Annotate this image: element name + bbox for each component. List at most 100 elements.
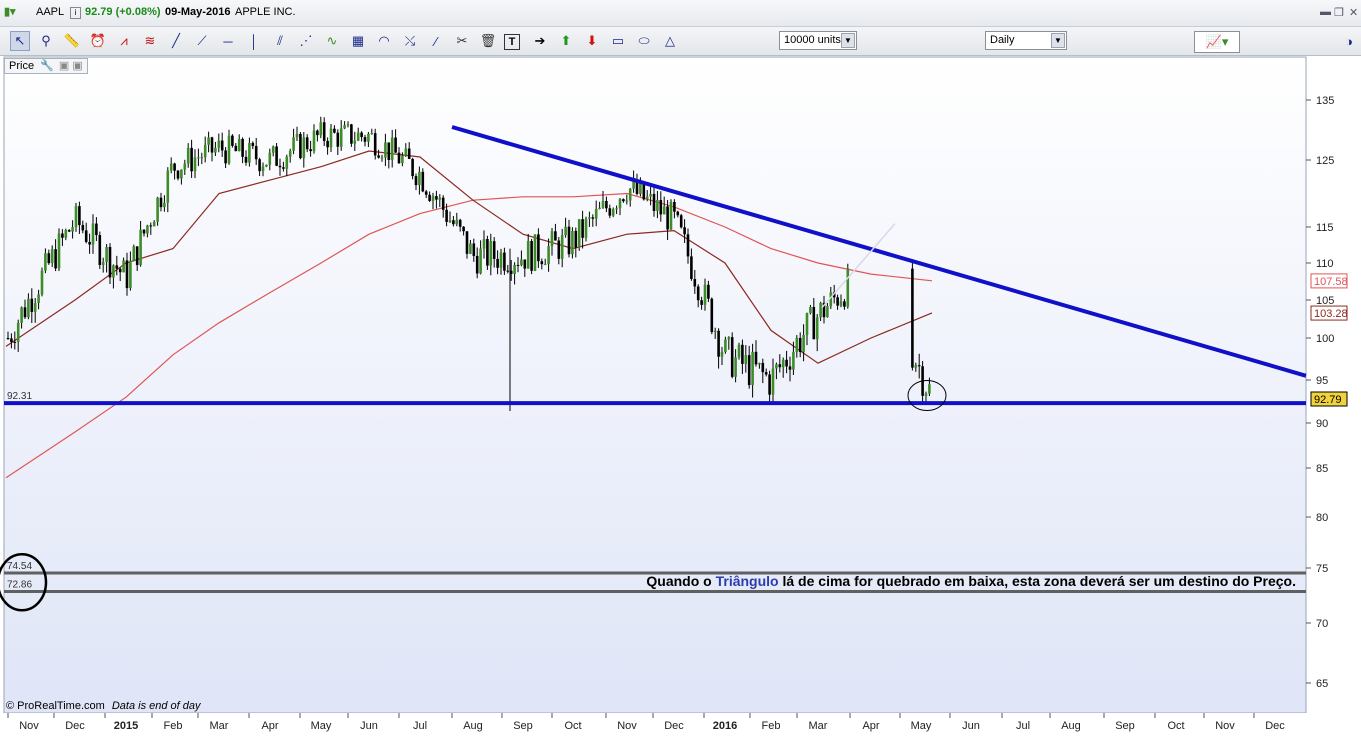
arrow-down-icon[interactable]: ⬇: [582, 31, 602, 51]
company-name: APPLE INC.: [235, 6, 296, 18]
tools-icon[interactable]: ✂: [452, 31, 472, 51]
ellipse-icon[interactable]: ⬭: [634, 31, 654, 51]
candle-body: [149, 225, 153, 227]
x-tick-label: Oct: [564, 720, 581, 732]
candle: [846, 263, 850, 309]
candle-body: [792, 352, 795, 370]
candle-body: [6, 338, 10, 339]
channel-icon[interactable]: ⫽: [270, 31, 290, 51]
candle-body: [744, 355, 748, 364]
expand-icon[interactable]: ▣: [72, 60, 82, 72]
candle-body: [316, 130, 319, 136]
gann-icon[interactable]: ▦: [348, 31, 368, 51]
candle-body: [44, 253, 47, 271]
candle-body: [696, 286, 700, 301]
ruler-icon[interactable]: 📏: [62, 31, 82, 51]
candle-body: [84, 230, 88, 242]
restore-icon[interactable]: ❐: [1334, 6, 1344, 19]
x-tick-label: Jun: [962, 720, 980, 732]
price-chart[interactable]: 65 70 75 80 85 90 95 100 105 110 115 125 135 Nov Dec 20…: [0, 56, 1361, 736]
candle-body: [574, 230, 578, 248]
candle-body: [815, 317, 819, 340]
x-tick-label: Apr: [261, 720, 278, 732]
pointer-icon[interactable]: ↖: [10, 31, 30, 51]
candle-body: [404, 148, 408, 156]
arc-icon[interactable]: ◠: [374, 31, 394, 51]
collapse-icon[interactable]: ▣: [59, 60, 69, 72]
candle-body: [652, 193, 656, 211]
candle-body: [302, 137, 306, 159]
candle-body: [61, 233, 64, 238]
candle-body: [78, 206, 81, 226]
candle-body: [163, 202, 166, 208]
ray-icon[interactable]: ⟋: [192, 31, 212, 51]
y-tick-label: 105: [1316, 295, 1334, 307]
candle-body: [231, 135, 234, 146]
candle-body: [431, 196, 435, 201]
candle-body: [261, 166, 265, 172]
arrow-right-icon[interactable]: ➔: [530, 31, 550, 51]
hline-label: 92.31: [7, 391, 32, 402]
chart-style-icon[interactable]: 📈▾: [1194, 31, 1240, 53]
candle-body: [384, 142, 387, 158]
candle-body: [788, 366, 792, 370]
vertical-line-icon[interactable]: │: [244, 31, 264, 51]
text-icon[interactable]: T: [504, 34, 520, 50]
candle-body: [567, 226, 571, 255]
units-select[interactable]: 10000 units ▼: [779, 31, 857, 50]
chevron-down-icon: ▼: [1051, 33, 1065, 48]
horizontal-line-icon[interactable]: ─: [218, 31, 238, 51]
pitchfork-icon[interactable]: ⤯: [400, 31, 420, 51]
candle-body: [367, 133, 370, 142]
candle-body: [401, 155, 404, 164]
triangle-icon[interactable]: △: [660, 31, 680, 51]
candle-body: [560, 235, 564, 259]
candle-body: [360, 132, 363, 138]
candle-body: [503, 252, 506, 271]
candle-body: [319, 122, 323, 136]
candle-body: [373, 133, 377, 156]
fan-icon[interactable]: ⋰: [296, 31, 316, 51]
candle-body: [700, 300, 703, 305]
candle-body: [598, 207, 601, 209]
candle-body: [241, 138, 244, 157]
scroll-right-icon[interactable]: ◑: [1340, 31, 1358, 51]
parallel-icon[interactable]: ⁄: [426, 31, 446, 51]
candle: [669, 199, 673, 231]
candle: [737, 342, 741, 360]
info-icon[interactable]: i: [70, 7, 81, 19]
data-note: Data is end of day: [111, 700, 201, 712]
candle: [533, 234, 537, 272]
candlestick-icon[interactable]: ▮▾: [4, 5, 16, 18]
candle-body: [924, 393, 928, 396]
candle-body: [146, 225, 149, 234]
candle-body: [183, 163, 187, 170]
alarm-icon[interactable]: ⏰: [88, 31, 108, 51]
annotation-prefix: Quando o: [646, 573, 715, 589]
arrow-up-icon[interactable]: ⬆: [556, 31, 576, 51]
price-panel-label[interactable]: Price 🔧 ▣ ▣: [4, 58, 88, 74]
line-icon[interactable]: ╱: [166, 31, 186, 51]
candle-body: [173, 163, 176, 171]
regression-icon[interactable]: ∿: [322, 31, 342, 51]
period-select[interactable]: Daily ▼: [985, 31, 1067, 50]
y-tick-label: 70: [1316, 618, 1328, 630]
wrench-icon[interactable]: 🔧: [40, 60, 54, 72]
candle-body: [758, 362, 761, 365]
minimize-icon[interactable]: ▬: [1320, 6, 1331, 18]
rectangle-icon[interactable]: ▭: [608, 31, 628, 51]
candle-body: [275, 146, 278, 166]
candle-body: [333, 128, 336, 133]
trash-icon[interactable]: 🗑: [478, 31, 498, 51]
zoom-icon[interactable]: ⚲: [36, 31, 56, 51]
candle-body: [482, 239, 486, 249]
close-icon[interactable]: ✕: [1349, 6, 1358, 19]
candle: [730, 332, 734, 379]
x-tick-label: Feb: [164, 720, 183, 732]
symbol-label[interactable]: AAPL: [36, 6, 64, 18]
units-value: 10000 units: [784, 34, 841, 46]
fibonacci-icon[interactable]: ≋: [140, 31, 160, 51]
candle-body: [649, 193, 652, 197]
candle-body: [550, 231, 554, 247]
wave-icon[interactable]: ⩘: [114, 31, 134, 51]
